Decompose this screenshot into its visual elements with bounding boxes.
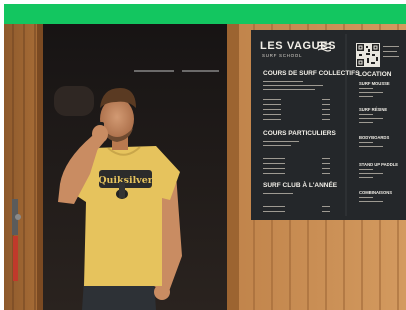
photo: Quiksilver	[4, 24, 406, 310]
qr-code	[356, 43, 380, 67]
surf-shop-scene: Quiksilver	[4, 24, 406, 310]
section-title-surf-club: SURF CLUB À L'ANNÉE	[263, 182, 338, 189]
shirt-logo-text: Quiksilver	[98, 175, 154, 186]
section-title-private-lessons: COURS PARTICULIERS	[263, 130, 336, 137]
brand-subtitle: SURF SCHOOL	[262, 53, 303, 58]
location-item-surf-mousse: SURF MOUSSE	[359, 81, 390, 86]
location-title: LOCATION	[358, 71, 392, 78]
location-item-bodyboards: BODYBOARDS	[359, 135, 390, 140]
location-item-surf-resine: SURF RÉSINE	[359, 107, 388, 112]
section-title-group-lessons: COURS DE SURF COLLECTIFS	[263, 70, 360, 77]
location-item-combinaisons: COMBINAISONS	[359, 190, 393, 195]
location-item-stand-up-paddle: STAND UP PADDLE	[359, 162, 399, 167]
waves-icon	[318, 41, 331, 52]
top-color-bar	[4, 4, 406, 24]
